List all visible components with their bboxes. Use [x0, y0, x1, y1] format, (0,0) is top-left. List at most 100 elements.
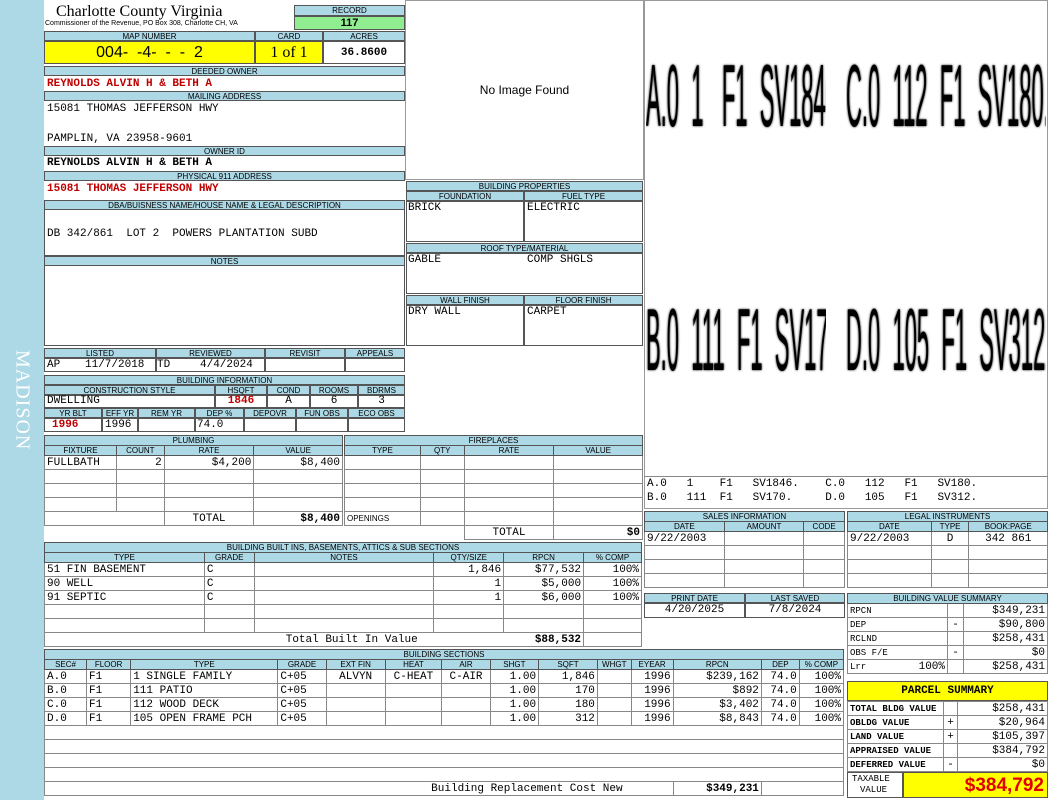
fireplaces-label: FIREPLACES [344, 435, 643, 446]
deeded-owner-label: DEEDED OWNER [44, 66, 405, 76]
notes-box [44, 256, 405, 346]
floor-finish-label: FLOOR FINISH [524, 295, 643, 305]
taxable-label-1: TAXABLE [852, 774, 890, 784]
table-row: OBS F/E - $0 [847, 645, 1048, 660]
sketch-legend-line1: A.0 1 F1 SV1846. C.0 112 F1 SV180. [647, 478, 978, 490]
mailing-address-label: MAILING ADDRESS [44, 91, 405, 101]
replacement-cost-value: $349,231 [672, 781, 762, 796]
owner-id-label: OWNER ID [44, 146, 405, 156]
reviewed-date: 4/4/2024 [200, 359, 253, 371]
fireplaces-total-value: $0 [553, 525, 643, 540]
mailing-address-line2: PAMPLIN, VA 23958-9601 [47, 133, 193, 145]
print-date-label: PRINT DATE [644, 593, 745, 603]
sketch-label-d: D.0 105 F1 SV312. [846, 290, 1046, 390]
listed-by: AP [47, 359, 61, 371]
table-row: RCLND $258,431 [847, 631, 1048, 646]
acres-label: ACRES [323, 31, 405, 41]
rooms-label: ROOMS [310, 385, 358, 395]
fireplaces-table: FIREPLACES TYPE QTY RATE VALUE OPENINGS … [344, 435, 643, 540]
property-photo: No Image Found [405, 0, 644, 180]
wall-finish-value: DRY WALL [408, 306, 461, 318]
owner-id-value: REYNOLDS ALVIN H & BETH A [47, 157, 213, 169]
county-title: Charlotte County Virginia [56, 3, 223, 20]
built-ins-total-value: $88,532 [433, 632, 585, 647]
openings-label: OPENINGS [344, 511, 421, 526]
sketch-legend-line2: B.0 111 F1 SV170. D.0 105 F1 SV312. [647, 492, 978, 504]
table-row: DEFERRED VALUE - $0 [847, 757, 1048, 772]
sales-label: SALES INFORMATION [644, 511, 845, 522]
table-row: 90 WELL C 1 $5,000 100% [44, 576, 642, 591]
eco-obs-label: ECO OBS [348, 408, 405, 418]
legal-description-label: DBA/BUISNESS NAME/HOUSE NAME & LEGAL DES… [44, 200, 405, 210]
table-row: Lrr 100% $258,431 [847, 659, 1048, 674]
building-properties-label: BUILDING PROPERTIES [406, 181, 643, 191]
legal-instruments-table: LEGAL INSTRUMENTS DATE TYPE BOOK:PAGE 9/… [847, 511, 1048, 588]
table-row: DEP - $90,800 [847, 617, 1048, 632]
listed-date: 11/7/2018 [85, 359, 145, 371]
sketch-legend-divider [644, 476, 1048, 477]
construction-style-value: DWELLING [47, 395, 100, 407]
last-saved-value: 7/8/2024 [768, 604, 822, 616]
table-row: 9/22/2003 [644, 531, 845, 546]
wall-finish-label: WALL FINISH [406, 295, 524, 305]
notes-label: NOTES [44, 256, 405, 266]
cond-label: COND [267, 385, 310, 395]
table-row: APPRAISED VALUE $384,792 [847, 743, 1048, 758]
reviewed-by: TD [157, 359, 171, 371]
dep-pct-label: DEP % [195, 408, 244, 418]
building-sections-label: BUILDING SECTIONS [44, 649, 844, 660]
dep-pct-value: 74.0 [197, 419, 224, 431]
listed-label: LISTED [44, 348, 156, 358]
physical-address-label: PHYSICAL 911 ADDRESS [44, 171, 405, 181]
parcel-summary-title: PARCEL SUMMARY [847, 681, 1048, 701]
table-row: B.0 F1 111 PATIO C+05 1.00 170 1996 $892 74.0 100… [43, 683, 845, 698]
sketch-label-b: B.0 111 F1 SV170. [646, 290, 826, 390]
floor-finish-value: CARPET [527, 306, 567, 318]
physical-address-value: 15081 THOMAS JEFFERSON HWY [47, 183, 219, 195]
acres-value: 36.8600 [323, 41, 405, 64]
mailing-address-line1: 15081 THOMAS JEFFERSON HWY [47, 103, 219, 115]
legal-instruments-label: LEGAL INSTRUMENTS [847, 511, 1048, 522]
bdrms-label: BDRMS [358, 385, 405, 395]
rooms-value: 6 [330, 395, 338, 407]
roof-label: ROOF TYPE/MATERIAL [406, 243, 643, 253]
table-row: OBLDG VALUE + $20,964 [847, 715, 1048, 730]
eff-yr-label: EFF YR [102, 408, 138, 418]
map-number-label: MAP NUMBER [44, 31, 255, 41]
depovr-label: DEPOVR [244, 408, 296, 418]
record-label: RECORD [294, 5, 405, 16]
taxable-label-2: VALUE [860, 785, 888, 795]
fuel-value: ELECTRIC [527, 202, 580, 214]
parcel-summary-table: TOTAL BLDG VALUE $258,431 OBLDG VALUE + … [847, 701, 1048, 772]
eff-yr-value: 1996 [105, 419, 132, 431]
table-row: D.0 F1 105 OPEN FRAME PCH C+05 1.00 312 1996 $8… [43, 711, 845, 726]
record-value: 117 [294, 16, 405, 30]
last-saved-label: LAST SAVED [745, 593, 845, 603]
yr-blt-value: 1996 [52, 419, 79, 431]
roof-type-value: GABLE [408, 254, 442, 266]
plumbing-total-label: TOTAL [163, 511, 255, 526]
built-ins-label: BUILDING BUILT INS, BASEMENTS, ATTICS & … [44, 542, 642, 553]
hsqft-label: HSQFT [215, 385, 267, 395]
taxable-value: $384,792 [903, 772, 1048, 798]
replacement-cost-label: Building Replacement Cost New [44, 781, 674, 796]
value-summary-table: BUILDING VALUE SUMMARY RPCN $349,231 DEP… [847, 593, 1048, 674]
table-row: A.0 F1 1 SINGLE FAMILY C+05 ALVYN C-HEAT C-AIR… [43, 669, 845, 684]
roof-material-value: COMP SHGLS [527, 254, 594, 266]
value-summary-label: BUILDING VALUE SUMMARY [847, 593, 1048, 604]
sales-table: SALES INFORMATION DATE AMOUNT CODE 9/22/… [644, 511, 845, 588]
building-sections-table: BUILDING SECTIONS SEC# FLOOR TYPE GRADE … [43, 649, 845, 796]
yr-blt-label: YR BLT [44, 408, 102, 418]
plumbing-total-value: $8,400 [253, 511, 343, 526]
foundation-label: FOUNDATION [406, 191, 524, 201]
table-row: RPCN $349,231 [847, 603, 1048, 618]
no-image-text: No Image Found [479, 83, 570, 97]
reviewed-label: REVIEWED [156, 348, 265, 358]
deeded-owner-value: REYNOLDS ALVIN H & BETH A [47, 78, 213, 90]
district-label: MADISON [11, 349, 34, 451]
cond-value: A [285, 395, 292, 407]
map-number-value: 004- -4- - - 2 [44, 41, 255, 64]
construction-style-label: CONSTRUCTION STYLE [44, 385, 215, 395]
table-row: 91 SEPTIC C 1 $6,000 100% [44, 590, 642, 605]
fireplaces-total-label: TOTAL [463, 525, 555, 540]
